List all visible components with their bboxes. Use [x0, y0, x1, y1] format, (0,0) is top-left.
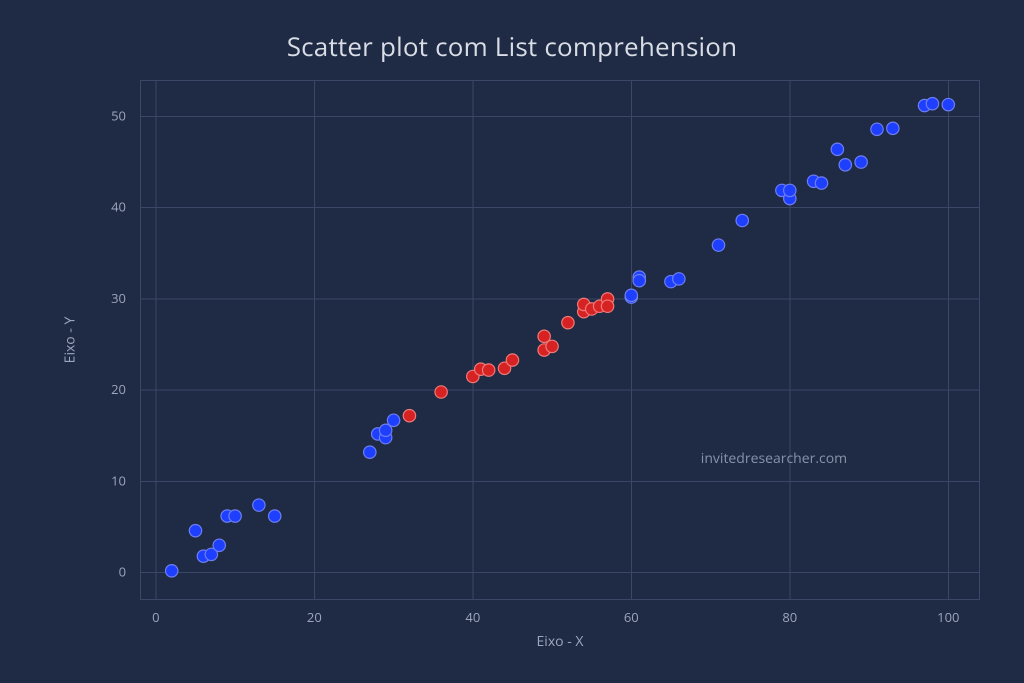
plot-border: [141, 81, 980, 600]
data-point: [633, 275, 645, 287]
data-point: [506, 354, 518, 366]
data-point: [887, 122, 899, 134]
y-tick-label: 20: [111, 380, 126, 398]
data-point: [625, 289, 637, 301]
data-point: [926, 98, 938, 110]
y-tick-label: 30: [111, 289, 126, 307]
plot-area: 020406080100 01020304050 invitedresearch…: [140, 80, 980, 600]
data-series: [165, 98, 954, 577]
data-point: [269, 510, 281, 522]
grid-horizontal: [140, 116, 980, 572]
data-point: [601, 300, 613, 312]
data-point: [815, 177, 827, 189]
data-point: [482, 364, 494, 376]
x-tick-label: 40: [465, 608, 480, 626]
data-point: [213, 539, 225, 551]
x-tick-label: 80: [782, 608, 797, 626]
data-point: [546, 340, 558, 352]
y-tick-label: 0: [119, 563, 126, 581]
data-point: [831, 143, 843, 155]
data-point: [712, 239, 724, 251]
data-point: [784, 184, 796, 196]
data-point: [871, 123, 883, 135]
x-tick-label: 0: [152, 608, 159, 626]
y-axis-label: Eixo - Y: [61, 317, 80, 364]
data-point: [403, 410, 415, 422]
y-tick-label: 40: [111, 198, 126, 216]
x-ticks: 0 20 40 60 80 100: [152, 608, 959, 626]
data-point: [435, 386, 447, 398]
data-point: [562, 316, 574, 328]
y-tick-label: 10: [111, 471, 126, 489]
data-point: [839, 159, 851, 171]
data-point: [942, 98, 954, 110]
annotation-watermark: invitedresearcher.com: [701, 449, 847, 468]
data-point: [253, 499, 265, 511]
data-point: [855, 156, 867, 168]
x-tick-label: 20: [307, 608, 322, 626]
data-point: [165, 565, 177, 577]
x-axis-label: Eixo - X: [537, 632, 584, 651]
x-tick-label: 60: [624, 608, 639, 626]
data-point: [364, 446, 376, 458]
chart-title: Scatter plot com List comprehension: [0, 28, 1024, 64]
data-point: [736, 214, 748, 226]
chart-container: Scatter plot com List comprehension Eixo…: [0, 0, 1024, 683]
y-tick-label: 50: [111, 106, 126, 124]
plot-svg: 020406080100 01020304050 invitedresearch…: [140, 80, 980, 600]
data-point: [189, 524, 201, 536]
data-point: [229, 510, 241, 522]
x-tick-label: 100: [937, 608, 959, 626]
data-point: [387, 414, 399, 426]
data-point: [673, 273, 685, 285]
y-ticks: 0 10 20 30 40 50: [111, 106, 126, 580]
